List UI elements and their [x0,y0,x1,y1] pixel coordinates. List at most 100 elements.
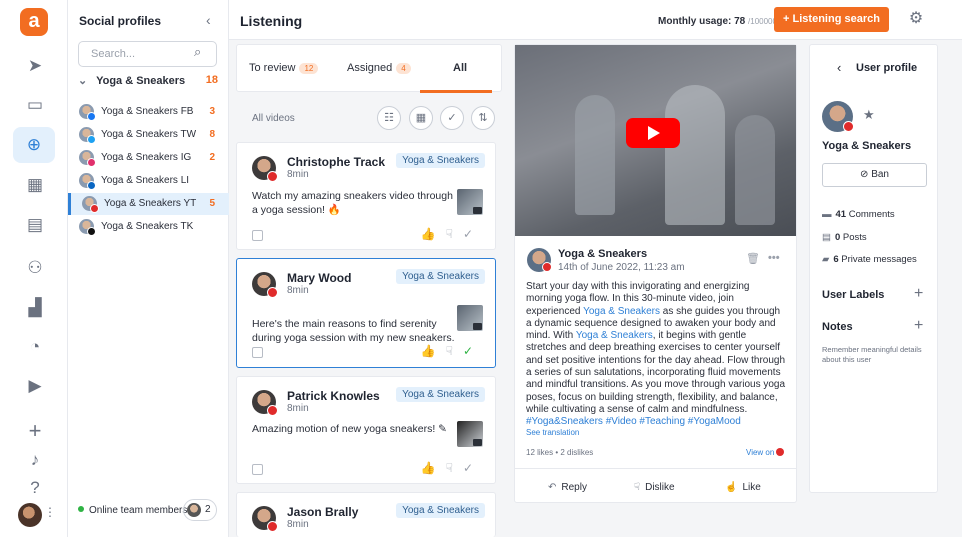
mention-card[interactable]: Patrick Knowles 8min Yoga & Sneakers Ama… [236,376,496,484]
tab-badge: 4 [396,63,411,74]
mention-card[interactable]: Christophe Track 8min Yoga & Sneakers Wa… [236,142,496,250]
listening-search-button[interactable]: + Listening search [774,7,889,32]
check-icon[interactable]: ✓ [463,344,483,358]
send-icon[interactable]: ➤ [22,53,48,79]
post-time: 8min [287,519,309,530]
listening-icon[interactable]: ⊕ [13,127,55,163]
inbox-icon[interactable]: ▭ [22,92,48,118]
author-name[interactable]: Patrick Knowles [287,389,380,403]
tab-label: To review [249,62,296,74]
view-on-label: View on [746,448,775,457]
video-thumbnail[interactable] [457,189,483,215]
user-labels-title: User Labels [822,289,885,301]
my-avatar[interactable] [18,503,42,527]
post-link[interactable]: Yoga & Sneakers [583,306,660,317]
select-checkbox[interactable] [252,464,263,475]
calendar-filter-icon[interactable]: ▦ [409,106,433,130]
more-icon[interactable]: ⋮ [44,505,56,519]
add-icon[interactable]: + [22,418,48,444]
profile-item-instagram[interactable]: Yoga & Sneakers IG 2 [68,147,229,169]
post-author[interactable]: Yoga & Sneakers [558,248,647,260]
mention-card[interactable]: Jason Brally 8min Yoga & Sneakers [236,492,496,537]
author-name[interactable]: Christophe Track [287,155,385,169]
see-translation-link[interactable]: See translation [526,428,579,437]
thumbs-up-icon[interactable]: 👍 [421,461,446,475]
profile-item-facebook[interactable]: Yoga & Sneakers FB 3 [68,101,229,123]
dashboard-icon[interactable]: ◔ [22,334,48,360]
like-label: Like [742,482,761,493]
thumbs-down-icon[interactable]: ☟ [446,344,463,358]
profile-item-twitter[interactable]: Yoga & Sneakers TW 8 [68,124,229,146]
thumbs-up-icon[interactable]: 👍 [421,344,446,358]
filter-icon[interactable]: ☷ [377,106,401,130]
post-link[interactable]: Yoga & Sneakers [576,330,653,341]
collapse-icon[interactable]: ‹ [206,12,211,28]
mention-card-selected[interactable]: Mary Wood 8min Yoga & Sneakers Here's th… [236,258,496,368]
tab-to-review[interactable]: To review 12 [249,62,319,74]
app-logo[interactable]: a [20,8,48,36]
more-options-icon[interactable]: ••• [768,252,780,264]
team-icon[interactable]: ⚇ [22,255,48,281]
profile-name: Yoga & Sneakers IG [101,152,192,163]
youtube-icon [843,121,854,132]
media-icon[interactable]: ▶ [22,373,48,399]
check-icon[interactable]: ✓ [463,227,483,241]
comments-value: 41 [835,209,847,220]
card-actions: 👍☟✓ [421,227,483,241]
author-name[interactable]: Jason Brally [287,505,358,519]
post-hashtags[interactable]: #Yoga&Sneakers #Video #Teaching #YogaMoo… [526,416,741,427]
facebook-icon [87,112,96,121]
online-team: Online team members [78,505,187,516]
post-text: , it begins with gentle stretches and de… [526,330,786,415]
search-icon[interactable]: ⌕ [194,44,201,60]
thumbs-down-icon[interactable]: ☟ [446,227,463,241]
video-thumbnail[interactable] [457,305,483,331]
mention-text: Watch my amazing sneakers video through … [252,190,453,216]
calendar-icon[interactable]: ▦ [22,172,48,198]
post-date: 14th of June 2022, 11:23 am [558,262,685,273]
youtube-icon [267,521,278,532]
youtube-icon [267,405,278,416]
reports-icon[interactable]: ▟ [22,295,48,321]
check-icon[interactable]: ✓ [463,461,483,475]
trash-icon[interactable]: 🗑 [746,252,760,265]
select-checkbox[interactable] [252,347,263,358]
profile-tag: Yoga & Sneakers [396,153,485,168]
gear-icon[interactable]: ⚙ [906,9,926,29]
add-note-icon[interactable]: + [914,317,923,335]
video-thumbnail[interactable] [457,421,483,447]
reply-button[interactable]: ↶ Reply [548,482,587,493]
sort-icon[interactable]: ⇅ [471,106,495,130]
post-stats: 12 likes • 2 dislikes [526,448,594,457]
post-time: 8min [287,169,309,180]
like-button[interactable]: ☝ Like [725,482,761,493]
check-all-icon[interactable]: ✓ [440,106,464,130]
planner-icon[interactable]: ▤ [22,212,48,238]
select-checkbox[interactable] [252,230,263,241]
card-actions: 👍☟✓ [421,461,483,475]
comments-label: Comments [846,209,895,220]
panel-title: Social profiles [79,14,162,28]
profile-item-youtube[interactable]: Yoga & Sneakers YT 5 [68,193,229,215]
profile-group[interactable]: ⌄ Yoga & Sneakers 18 [78,74,218,87]
team-avatar [187,503,201,517]
bell-icon[interactable]: ♪ [22,447,48,473]
post-detail: Yoga & Sneakers 14th of June 2022, 11:23… [514,44,797,503]
view-on-youtube-link[interactable]: View on [746,448,785,457]
star-icon[interactable]: ★ [863,107,875,123]
team-members-pill[interactable]: 2 [183,499,217,521]
thumbs-down-icon[interactable]: ☟ [446,461,463,475]
dislike-button[interactable]: ☟ Dislike [634,482,675,493]
comment-icon: ▬ [822,209,832,220]
help-icon[interactable]: ? [22,475,48,501]
tab-assigned[interactable]: Assigned 4 [347,62,411,74]
play-icon[interactable] [626,118,680,148]
add-label-icon[interactable]: + [914,285,923,303]
profile-item-linkedin[interactable]: Yoga & Sneakers LI [68,170,229,192]
author-name[interactable]: Mary Wood [287,271,351,285]
back-icon[interactable]: ‹ [837,60,841,75]
tab-all[interactable]: All [453,62,467,74]
thumbs-up-icon[interactable]: 👍 [421,227,446,241]
ban-button[interactable]: ⊘ Ban [822,163,927,187]
profile-item-tiktok[interactable]: Yoga & Sneakers TK [68,216,229,238]
